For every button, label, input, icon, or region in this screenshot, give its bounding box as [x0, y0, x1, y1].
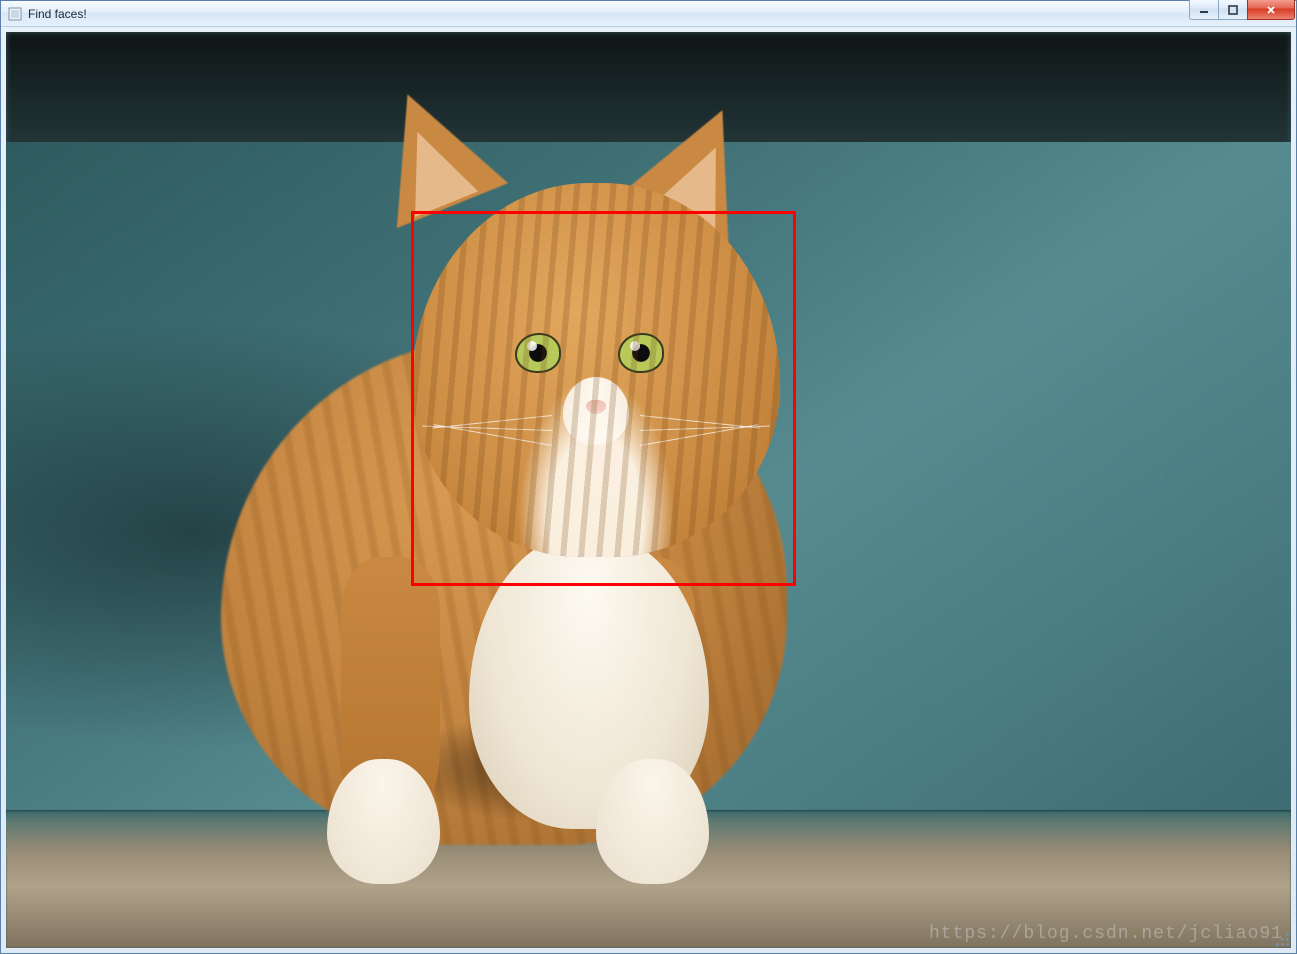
application-window: Find faces!: [0, 0, 1297, 954]
app-icon: [7, 6, 23, 22]
window-controls: [1190, 0, 1295, 20]
titlebar[interactable]: Find faces!: [1, 1, 1296, 27]
cat-illustration: [186, 105, 893, 884]
maximize-button[interactable]: [1218, 0, 1248, 20]
resize-grip[interactable]: [1275, 932, 1289, 946]
image-viewport[interactable]: https://blog.csdn.net/jcliao91: [6, 32, 1291, 948]
image-canvas: [6, 32, 1291, 948]
content-area: https://blog.csdn.net/jcliao91: [1, 27, 1296, 953]
minimize-button[interactable]: [1189, 0, 1219, 20]
window-title: Find faces!: [28, 7, 87, 21]
watermark-text: https://blog.csdn.net/jcliao91: [929, 924, 1283, 944]
close-button[interactable]: [1247, 0, 1295, 20]
